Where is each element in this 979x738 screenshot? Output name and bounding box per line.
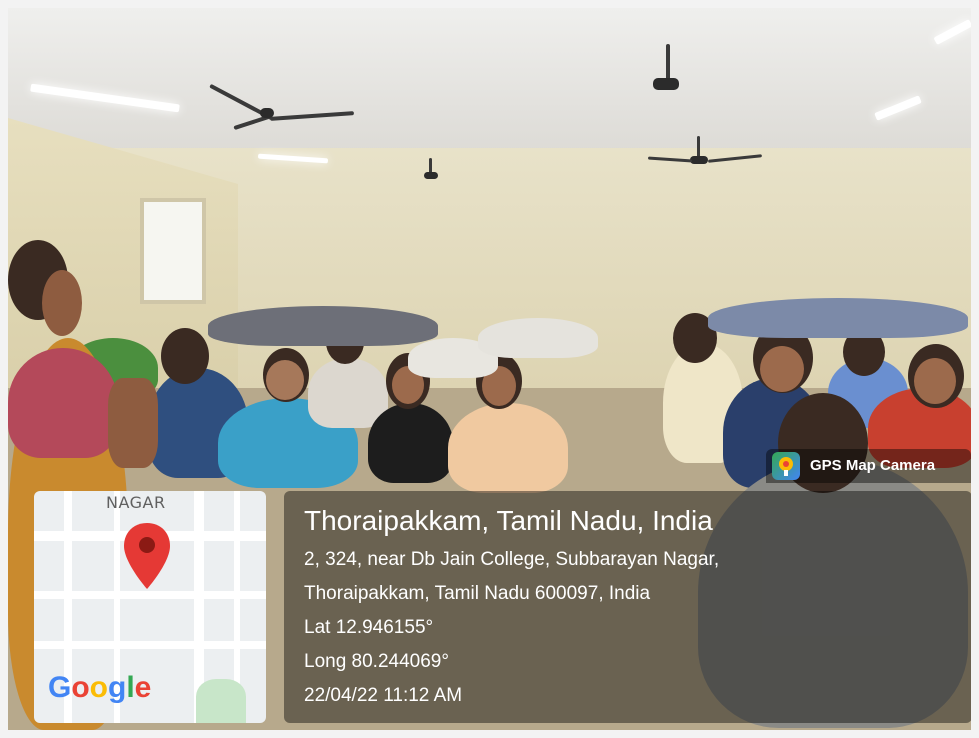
gps-badge-label: GPS Map Camera (810, 457, 936, 474)
map-thumbnail: NAGAR Google (34, 491, 266, 723)
map-pin-icon (122, 521, 172, 591)
photo-frame: GPS Map Camera NAGAR Google Thoraipakkam… (8, 8, 971, 730)
address-line-2: Thoraipakkam, Tamil Nadu 600097, India (304, 583, 651, 604)
address-line-1: 2, 324, near Db Jain College, Subbarayan… (304, 549, 720, 570)
location-info-panel: Thoraipakkam, Tamil Nadu, India 2, 324, … (284, 491, 971, 723)
gps-map-camera-icon (772, 452, 800, 480)
longitude: Long 80.244069° (304, 651, 449, 672)
map-park (196, 679, 246, 723)
date-time: 22/04/22 11:12 AM (304, 685, 463, 706)
map-area-label: NAGAR (106, 493, 166, 512)
window (140, 198, 206, 304)
latitude: Lat 12.946155° (304, 617, 434, 638)
location-title: Thoraipakkam, Tamil Nadu, India (304, 505, 713, 536)
gps-map-camera-badge: GPS Map Camera (766, 449, 971, 483)
ceiling (8, 8, 971, 158)
google-logo: Google (48, 671, 152, 704)
